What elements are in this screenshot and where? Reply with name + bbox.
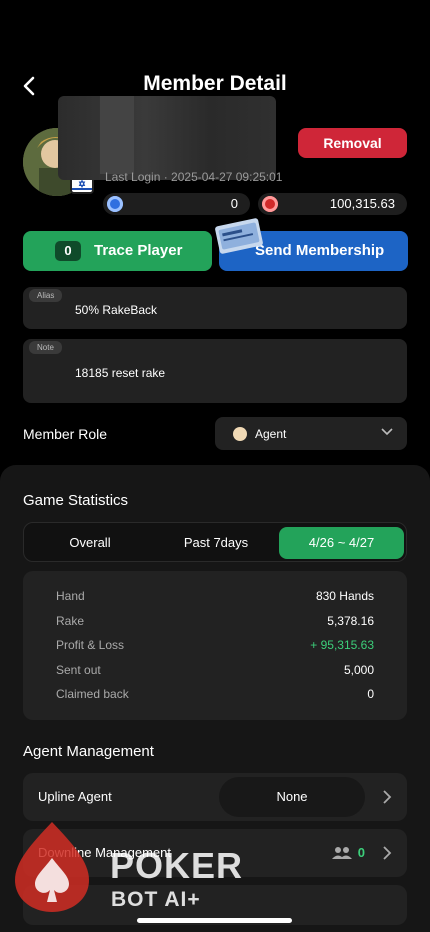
tab-date-range[interactable]: 4/26 ~ 4/27: [279, 527, 404, 559]
stats-tab-bar: Overall Past 7days 4/26 ~ 4/27: [23, 522, 407, 562]
note-value: 18185 reset rake: [75, 366, 166, 380]
stats-card: Hand 830 Hands Rake 5,378.16 Profit & Lo…: [23, 571, 407, 720]
redacted-member-info-extra: [100, 96, 134, 174]
downline-count: 0: [357, 845, 365, 860]
poker-bot-logo-icon: [15, 822, 89, 912]
stat-value: 5,000: [343, 663, 374, 677]
upline-agent-label: Upline Agent: [38, 789, 112, 804]
chevron-right-icon: [383, 790, 392, 804]
chip-balance: 0: [103, 193, 250, 215]
note-tag: Note: [29, 341, 62, 354]
chip-balance-value: 0: [230, 196, 238, 211]
removal-button[interactable]: Removal: [298, 128, 407, 158]
stat-row-rake: Rake 5,378.16: [56, 614, 374, 628]
send-membership-label: Send Membership: [255, 242, 385, 259]
stat-row-profit-loss: Profit & Loss + 95,315.63: [56, 638, 374, 652]
redacted-member-info: [58, 96, 276, 180]
stat-value: 5,378.16: [327, 614, 374, 628]
watermark-poker: POKER: [110, 845, 244, 886]
stat-label: Sent out: [56, 663, 101, 677]
stat-label: Rake: [56, 614, 85, 628]
blue-chip-icon: [107, 196, 123, 212]
page-title: Member Detail: [143, 72, 287, 95]
trace-player-label: Trace Player: [94, 242, 183, 259]
member-role-label: Member Role: [23, 426, 108, 442]
stat-label: Hand: [56, 589, 85, 603]
alias-value: 50% RakeBack: [75, 303, 158, 317]
last-login-text: Last Login · 2025-04-27 09:25:01: [105, 170, 283, 184]
member-role-value: Agent: [255, 427, 287, 441]
upline-agent-row[interactable]: Upline Agent None: [23, 773, 407, 821]
tab-past-7days[interactable]: Past 7days: [154, 527, 278, 559]
trace-count-badge: 0: [55, 241, 81, 261]
alias-field[interactable]: Alias 50% RakeBack: [23, 287, 407, 329]
member-role-select[interactable]: Agent: [215, 417, 407, 450]
stat-value: + 95,315.63: [310, 638, 374, 652]
stat-row-sent-out: Sent out 5,000: [56, 663, 374, 677]
alias-tag: Alias: [29, 289, 63, 302]
coin-balance-value: 100,315.63: [329, 196, 395, 211]
chevron-down-icon: [381, 428, 393, 436]
people-icon: [332, 847, 352, 859]
note-field[interactable]: Note 18185 reset rake: [23, 339, 407, 403]
home-indicator: [137, 918, 292, 923]
stat-row-claimed-back: Claimed back 0: [56, 687, 374, 701]
watermark-bot-ai: BOT AI+: [111, 888, 201, 911]
agent-management-title: Agent Management: [23, 743, 154, 760]
stat-label: Profit & Loss: [56, 638, 125, 652]
stat-row-hand: Hand 830 Hands: [56, 589, 374, 603]
tab-overall[interactable]: Overall: [28, 527, 152, 559]
stat-value: 0: [367, 687, 374, 701]
game-statistics-title: Game Statistics: [23, 492, 129, 509]
agent-role-icon: [233, 427, 247, 441]
stat-label: Claimed back: [56, 687, 129, 701]
red-chip-icon: [262, 196, 278, 212]
trace-player-button[interactable]: 0 Trace Player: [23, 231, 212, 271]
stat-value: 830 Hands: [315, 589, 374, 603]
coin-balance: 100,315.63: [258, 193, 407, 215]
chevron-right-icon: [383, 846, 392, 860]
upline-agent-value: None: [219, 777, 365, 817]
